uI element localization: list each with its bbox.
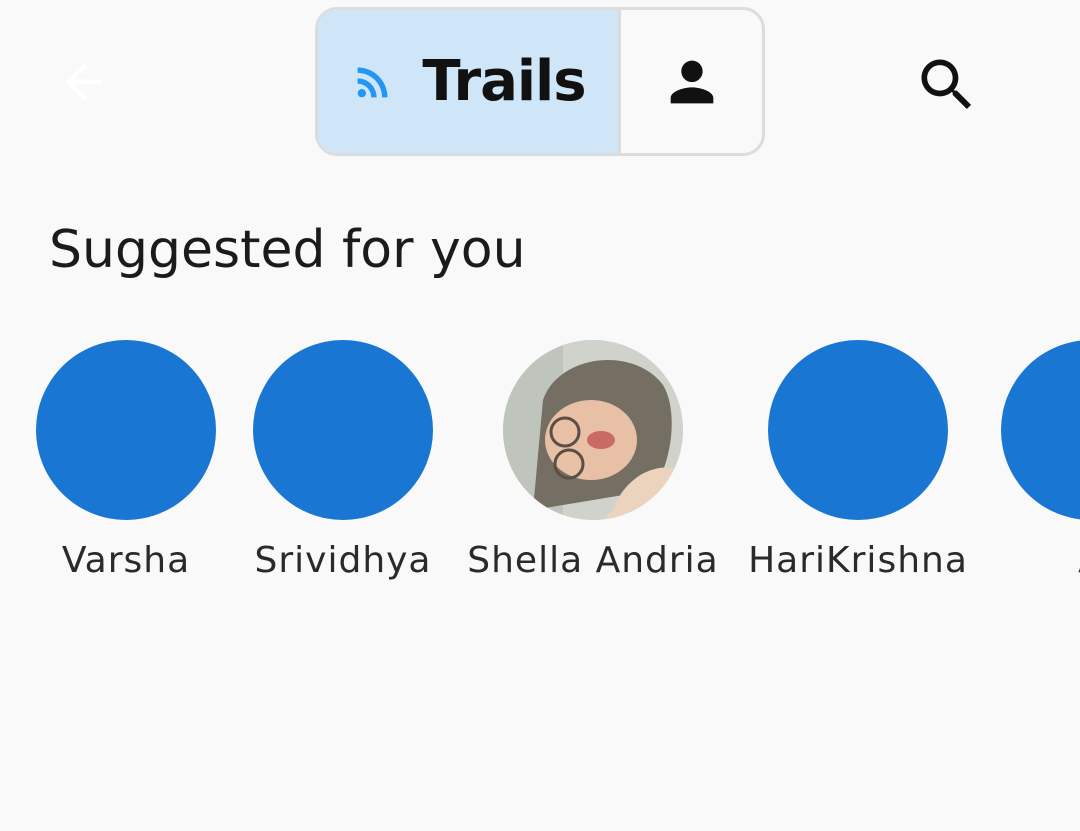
suggestion-item[interactable]: A	[961, 340, 1080, 590]
suggestion-item[interactable]: Srividhya	[213, 340, 473, 590]
rss-feed-icon	[358, 67, 388, 97]
suggestion-name: Shella Andria	[467, 540, 719, 581]
trails-screen: Trails Suggested for you Varsha Srividhy…	[0, 0, 1080, 831]
suggestion-item[interactable]: Shella Andria	[463, 340, 723, 590]
suggestions-row[interactable]: Varsha Srividhya Shella Andria HariKrish…	[0, 340, 1080, 600]
avatar[interactable]	[253, 340, 433, 520]
suggestion-name: Srividhya	[254, 540, 432, 581]
view-toggle: Trails	[315, 7, 765, 156]
profile-photo	[503, 340, 683, 520]
suggestion-name: HariKrishna	[748, 540, 968, 581]
avatar[interactable]	[768, 340, 948, 520]
suggestion-item[interactable]: HariKrishna	[728, 340, 988, 590]
avatar[interactable]	[503, 340, 683, 520]
search-button[interactable]	[912, 50, 982, 120]
trails-tab[interactable]: Trails	[318, 10, 621, 153]
avatar[interactable]	[36, 340, 216, 520]
arrow-back-icon	[65, 63, 103, 101]
profile-tab[interactable]	[621, 10, 762, 153]
back-button[interactable]	[54, 52, 114, 112]
suggested-title: Suggested for you	[49, 220, 526, 280]
search-icon	[921, 59, 972, 110]
person-icon	[670, 60, 713, 103]
trails-tab-label: Trails	[422, 49, 586, 114]
suggestion-name: A	[961, 540, 1080, 581]
avatar[interactable]	[1001, 340, 1080, 520]
